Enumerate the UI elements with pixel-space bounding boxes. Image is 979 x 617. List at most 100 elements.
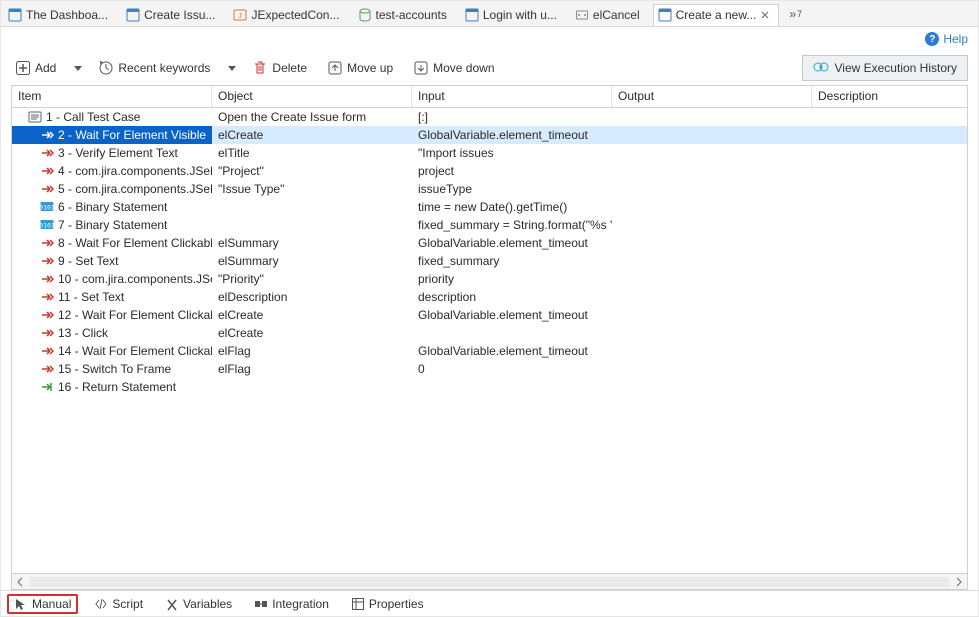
cell-output[interactable] (612, 288, 812, 306)
table-row[interactable]: 16 - Return Statement (12, 378, 967, 396)
editor-tab[interactable]: Create Issu... (121, 4, 224, 26)
editor-tab[interactable]: Login with u... (460, 4, 566, 26)
cell-item[interactable]: 10 - com.jira.components.JSe (12, 270, 212, 288)
cell-description[interactable] (812, 270, 967, 288)
table-row[interactable]: 11 - Set TextelDescriptiondescription (12, 288, 967, 306)
cell-output[interactable] (612, 234, 812, 252)
cell-description[interactable] (812, 378, 967, 396)
add-button[interactable]: Add (11, 56, 60, 80)
tab-manual[interactable]: Manual (7, 594, 78, 614)
cell-description[interactable] (812, 342, 967, 360)
cell-output[interactable] (612, 270, 812, 288)
cell-output[interactable] (612, 162, 812, 180)
cell-output[interactable] (612, 342, 812, 360)
cell-output[interactable] (612, 216, 812, 234)
scroll-left-arrow-icon[interactable] (14, 576, 26, 588)
close-tab-icon[interactable] (760, 10, 770, 20)
cell-object[interactable]: Open the Create Issue form (212, 108, 412, 126)
col-header-item[interactable]: Item (12, 86, 212, 107)
editor-tab[interactable]: Create a new... (653, 4, 780, 26)
cell-item[interactable]: 16 - Return Statement (12, 378, 212, 396)
scroll-right-arrow-icon[interactable] (953, 576, 965, 588)
view-execution-history-button[interactable]: View Execution History (802, 55, 969, 81)
cell-item[interactable]: 4 - com.jira.components.JSel (12, 162, 212, 180)
table-row[interactable]: 14 - Wait For Element ClickabelFlagGloba… (12, 342, 967, 360)
cell-object[interactable]: "Issue Type" (212, 180, 412, 198)
cell-input[interactable]: priority (412, 270, 612, 288)
cell-object[interactable]: elCreate (212, 324, 412, 342)
tab-integration[interactable]: Integration (248, 595, 335, 613)
col-header-input[interactable]: Input (412, 86, 612, 107)
cell-description[interactable] (812, 288, 967, 306)
cell-input[interactable] (412, 324, 612, 342)
scroll-track[interactable] (30, 577, 949, 587)
table-row[interactable]: 8 - Wait For Element ClickablelSummaryGl… (12, 234, 967, 252)
cell-description[interactable] (812, 306, 967, 324)
col-header-object[interactable]: Object (212, 86, 412, 107)
grid-body[interactable]: 1 - Call Test CaseOpen the Create Issue … (12, 108, 967, 573)
table-row[interactable]: 4 - com.jira.components.JSel"Project"pro… (12, 162, 967, 180)
cell-item[interactable]: 01017 - Binary Statement (12, 216, 212, 234)
cell-description[interactable] (812, 234, 967, 252)
cell-input[interactable]: GlobalVariable.element_timeout (412, 306, 612, 324)
cell-input[interactable]: description (412, 288, 612, 306)
editor-tab[interactable]: elCancel (570, 4, 649, 26)
cell-object[interactable]: "Project" (212, 162, 412, 180)
cell-item[interactable]: 12 - Wait For Element Clickab (12, 306, 212, 324)
table-row[interactable]: 3 - Verify Element TextelTitle"Import is… (12, 144, 967, 162)
cell-output[interactable] (612, 126, 812, 144)
cell-object[interactable]: "Priority" (212, 270, 412, 288)
col-header-description[interactable]: Description (812, 86, 967, 107)
cell-output[interactable] (612, 360, 812, 378)
cell-output[interactable] (612, 198, 812, 216)
tab-properties[interactable]: Properties (345, 595, 430, 613)
cell-input[interactable]: fixed_summary (412, 252, 612, 270)
cell-object[interactable]: elSummary (212, 252, 412, 270)
cell-output[interactable] (612, 306, 812, 324)
help-link[interactable]: ? Help (925, 32, 968, 46)
table-row[interactable]: 15 - Switch To FrameelFlag0 (12, 360, 967, 378)
cell-item[interactable]: 14 - Wait For Element Clickab (12, 342, 212, 360)
cell-description[interactable] (812, 252, 967, 270)
cell-output[interactable] (612, 180, 812, 198)
cell-input[interactable]: GlobalVariable.element_timeout (412, 234, 612, 252)
col-header-output[interactable]: Output (612, 86, 812, 107)
cell-item[interactable]: 3 - Verify Element Text (12, 144, 212, 162)
cell-input[interactable]: "Import issues (412, 144, 612, 162)
cell-description[interactable] (812, 126, 967, 144)
cell-description[interactable] (812, 198, 967, 216)
table-row[interactable]: 1 - Call Test CaseOpen the Create Issue … (12, 108, 967, 126)
cell-description[interactable] (812, 108, 967, 126)
tab-variables[interactable]: Variables (159, 595, 238, 613)
cell-input[interactable]: fixed_summary = String.format("%s ' (412, 216, 612, 234)
table-row[interactable]: 01016 - Binary Statementtime = new Date(… (12, 198, 967, 216)
cell-input[interactable]: project (412, 162, 612, 180)
table-row[interactable]: 9 - Set TextelSummaryfixed_summary (12, 252, 967, 270)
table-row[interactable]: 10 - com.jira.components.JSe"Priority"pr… (12, 270, 967, 288)
editor-tab[interactable]: test-accounts (353, 4, 456, 26)
cell-object[interactable] (212, 216, 412, 234)
table-row[interactable]: 13 - ClickelCreate (12, 324, 967, 342)
cell-item[interactable]: 2 - Wait For Element Visible (12, 126, 212, 144)
cell-output[interactable] (612, 252, 812, 270)
cell-description[interactable] (812, 162, 967, 180)
cell-object[interactable] (212, 378, 412, 396)
cell-item[interactable]: 11 - Set Text (12, 288, 212, 306)
grid-horizontal-scrollbar[interactable] (12, 573, 967, 589)
cell-description[interactable] (812, 144, 967, 162)
table-row[interactable]: 01017 - Binary Statement fixed_summary = … (12, 216, 967, 234)
cell-input[interactable]: GlobalVariable.element_timeout (412, 126, 612, 144)
cell-object[interactable]: elFlag (212, 360, 412, 378)
cell-item[interactable]: 5 - com.jira.components.JSel (12, 180, 212, 198)
cell-output[interactable] (612, 378, 812, 396)
delete-button[interactable]: Delete (248, 56, 311, 80)
cell-output[interactable] (612, 108, 812, 126)
move-down-button[interactable]: Move down (409, 56, 498, 80)
cell-input[interactable]: GlobalVariable.element_timeout (412, 342, 612, 360)
cell-object[interactable]: elFlag (212, 342, 412, 360)
cell-input[interactable]: issueType (412, 180, 612, 198)
cell-item[interactable]: 15 - Switch To Frame (12, 360, 212, 378)
cell-item[interactable]: 13 - Click (12, 324, 212, 342)
cell-input[interactable]: 0 (412, 360, 612, 378)
cell-output[interactable] (612, 144, 812, 162)
